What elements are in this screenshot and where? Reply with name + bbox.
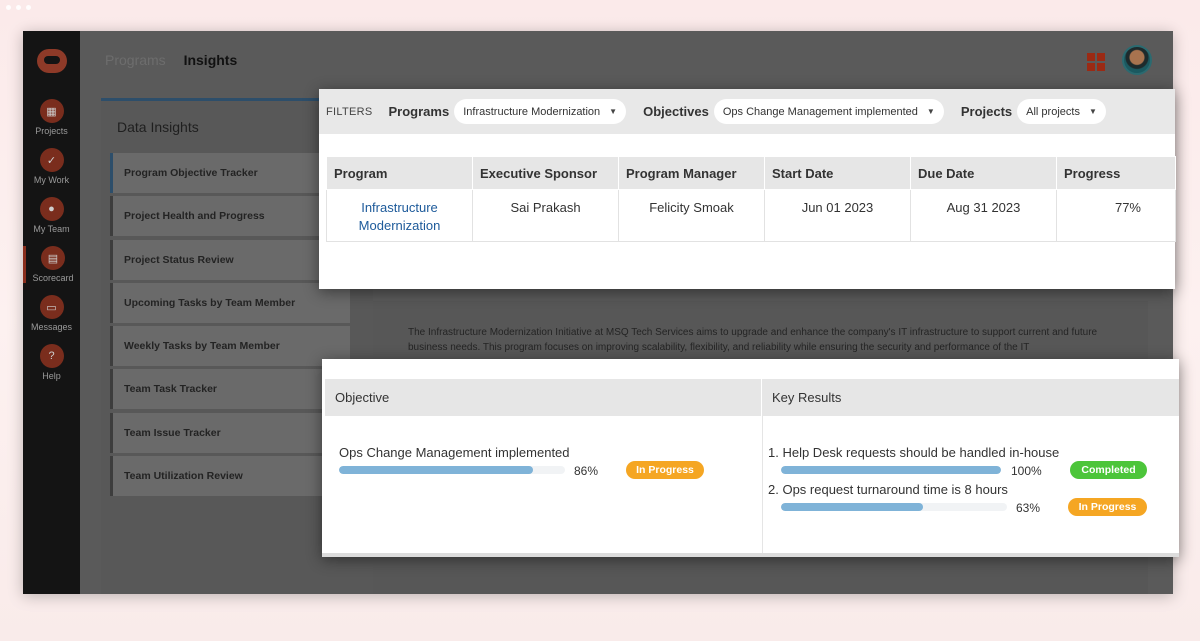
chevron-down-icon: ▼ — [609, 107, 618, 116]
program-overview-card: FILTERS Programs Infrastructure Moderniz… — [319, 89, 1176, 289]
column-divider — [762, 416, 763, 557]
nav-label: My Team — [33, 224, 70, 234]
insight-item[interactable]: Team Task Tracker — [110, 369, 350, 410]
insight-item[interactable]: Program Objective Tracker — [110, 153, 350, 193]
key-result-title: 1. Help Desk requests should be handled … — [768, 445, 1060, 460]
key-result-title: 2. Ops request turnaround time is 8 hour… — [768, 482, 1008, 497]
executive-sponsor-cell: Sai Prakash — [472, 189, 619, 242]
nav-label: Scorecard — [32, 273, 74, 283]
column-header: Program — [326, 156, 473, 190]
objective-title: Ops Change Management implemented — [339, 445, 570, 460]
nav-label: My Work — [33, 175, 70, 185]
breadcrumb-programs[interactable]: Programs — [105, 52, 166, 68]
chevron-down-icon: ▼ — [1088, 107, 1097, 116]
column-header: Start Date — [764, 156, 911, 190]
key-result-progress-text: 100% — [1011, 464, 1042, 478]
program-description: The Infrastructure Modernization Initiat… — [408, 327, 1098, 353]
breadcrumb-insights: Insights — [183, 52, 238, 68]
program-manager-cell: Felicity Smoak — [618, 189, 765, 242]
column-header: Progress — [1056, 156, 1176, 190]
insight-item[interactable]: Weekly Tasks by Team Member — [110, 326, 350, 367]
key-result-progress-bar — [781, 503, 1007, 511]
check-icon: ✓ — [39, 148, 64, 172]
projects-filter-label: Projects — [960, 104, 1013, 119]
objectives-filter-label: Objectives — [643, 104, 709, 119]
key-result-status-badge: Completed — [1070, 461, 1147, 479]
start-date-cell: Jun 01 2023 — [764, 189, 911, 242]
apps-grid-icon[interactable] — [1087, 53, 1105, 71]
insights-title: Data Insights — [117, 119, 199, 135]
programs-dropdown[interactable]: Infrastructure Modernization ▼ — [454, 99, 627, 124]
filters-label: FILTERS — [326, 105, 373, 118]
projects-dropdown-value: All projects — [1026, 105, 1080, 118]
nav-item-messages[interactable]: ▭ Messages — [23, 295, 80, 332]
objective-progress-bar — [339, 466, 565, 474]
nav-item-scorecard[interactable]: ▤ Scorecard — [23, 246, 80, 283]
table-row: Infrastructure Modernization Sai Prakash… — [326, 189, 1176, 242]
nav-item-my-work[interactable]: ✓ My Work — [23, 148, 80, 185]
objective-key-results-card: Objective Key Results Ops Change Managem… — [322, 359, 1179, 557]
objective-progress-text: 86% — [574, 464, 599, 478]
objective-progress-fill — [339, 466, 534, 474]
column-header: Program Manager — [618, 156, 765, 190]
nav-rail: ▦ Projects ✓ My Work ● My Team ▤ Scoreca… — [23, 31, 80, 594]
scorecard-icon: ▤ — [41, 246, 65, 270]
insights-list: Program Objective Tracker Project Health… — [110, 153, 350, 499]
objective-column-header: Objective — [325, 379, 762, 416]
card-footer-line — [322, 553, 1179, 557]
objectives-dropdown[interactable]: Ops Change Management implemented ▼ — [713, 99, 944, 124]
insight-item[interactable]: Project Status Review — [110, 239, 350, 280]
key-result-status-badge: In Progress — [1068, 498, 1147, 516]
team-icon: ● — [39, 197, 64, 221]
chevron-down-icon: ▼ — [926, 107, 935, 116]
insight-item[interactable]: Team Utilization Review — [110, 456, 350, 497]
insight-item[interactable]: Project Health and Progress — [110, 196, 350, 237]
messages-icon: ▭ — [39, 295, 64, 319]
insight-item[interactable]: Upcoming Tasks by Team Member — [110, 282, 350, 323]
filter-bar: FILTERS Programs Infrastructure Moderniz… — [319, 89, 1175, 134]
projects-dropdown[interactable]: All projects ▼ — [1017, 99, 1106, 124]
objective-status-badge: In Progress — [626, 461, 704, 479]
insight-item[interactable]: Team Issue Tracker — [110, 412, 350, 453]
projects-icon: ▦ — [39, 99, 64, 123]
breadcrumb: Programs Insights — [105, 52, 237, 68]
table-header-row: Program Executive Sponsor Program Manage… — [326, 156, 1176, 190]
avatar[interactable] — [1122, 45, 1152, 75]
programs-dropdown-value: Infrastructure Modernization — [463, 105, 601, 118]
program-table: Program Executive Sponsor Program Manage… — [326, 156, 1176, 242]
due-date-cell: Aug 31 2023 — [910, 189, 1057, 242]
objectives-dropdown-value: Ops Change Management implemented — [722, 105, 918, 118]
nav-item-my-team[interactable]: ● My Team — [23, 197, 80, 234]
program-link-line1: Infrastructure — [361, 200, 438, 215]
program-link-line2: Modernization — [358, 218, 441, 233]
column-header: Executive Sponsor — [472, 156, 619, 190]
key-result-progress-fill — [781, 466, 1001, 474]
key-result-progress-fill — [781, 503, 924, 511]
app-logo — [36, 49, 67, 73]
nav-item-help[interactable]: ? Help — [23, 344, 80, 381]
okr-header: Objective Key Results — [325, 379, 1179, 416]
nav-label: Projects — [35, 126, 68, 136]
programs-filter-label: Programs — [388, 104, 450, 119]
progress-cell: 77% — [1056, 189, 1176, 242]
program-link[interactable]: Infrastructure Modernization — [326, 189, 473, 242]
help-icon: ? — [39, 344, 64, 368]
key-results-column-header: Key Results — [772, 390, 842, 405]
window-dots — [6, 5, 31, 10]
key-result-progress-text: 63% — [1016, 501, 1041, 515]
nav-label: Messages — [30, 322, 73, 332]
key-result-progress-bar — [781, 466, 1001, 474]
column-header: Due Date — [910, 156, 1057, 190]
nav-label: Help — [42, 371, 61, 381]
nav-item-projects[interactable]: ▦ Projects — [23, 99, 80, 136]
